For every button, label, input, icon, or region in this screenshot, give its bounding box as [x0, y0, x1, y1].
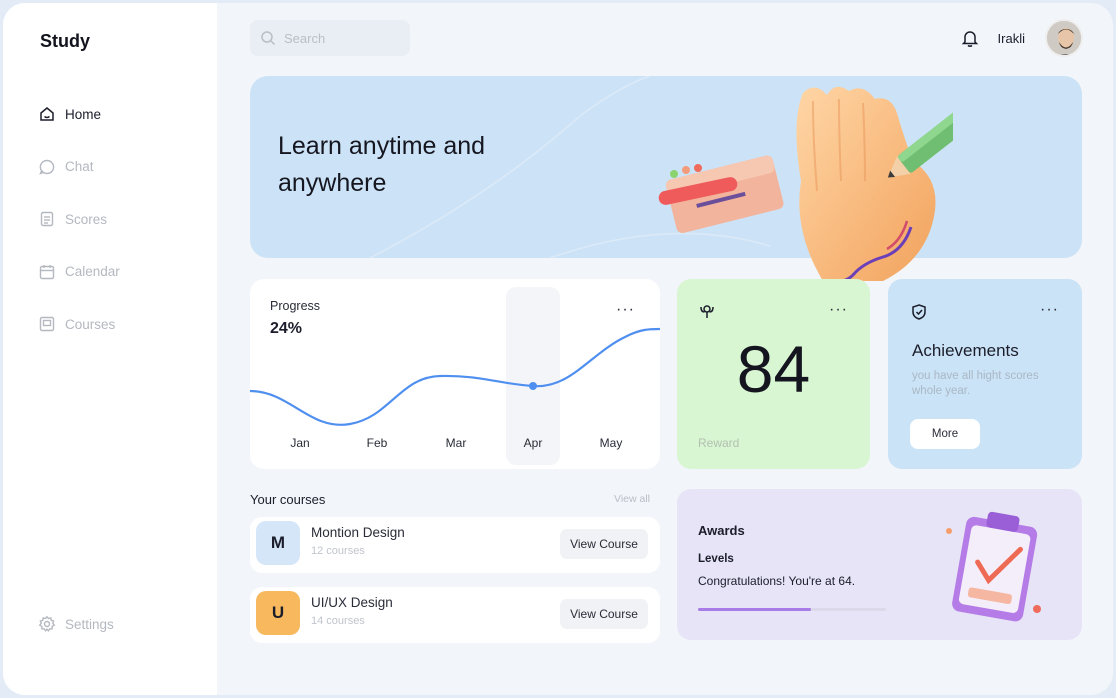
search-placeholder: Search — [284, 30, 326, 46]
progress-card: Progress 24% ··· Jan Feb Mar Apr May — [250, 279, 660, 469]
progress-label: Progress — [270, 299, 321, 313]
month-label-apr[interactable]: Apr — [513, 436, 553, 450]
achievements-description: you have all hight scores whole year. — [912, 370, 1039, 397]
user-area: Irakli — [960, 19, 1083, 57]
sidebar-nav: Home Chat Scores Calendar Courses — [38, 101, 120, 364]
more-button[interactable]: More — [910, 419, 980, 449]
sidebar: Study Home Chat Scores Calendar Courses … — [3, 3, 217, 695]
sidebar-item-label: Scores — [65, 211, 108, 227]
sidebar-item-label: Chat — [65, 159, 94, 174]
more-icon[interactable]: ··· — [1040, 302, 1059, 318]
hero-banner: Learn anytime and anywhere — [250, 76, 1082, 258]
shield-icon — [912, 304, 926, 320]
home-icon — [38, 105, 56, 123]
hand-pencil-illustration — [796, 86, 953, 284]
course-count: 12 courses — [311, 545, 365, 557]
sidebar-item-chat[interactable]: Chat — [38, 154, 120, 180]
course-name: Montion Design — [311, 525, 405, 540]
progress-point[interactable] — [529, 382, 537, 390]
levels-label: Levels — [698, 553, 734, 565]
month-label-may[interactable]: May — [591, 436, 631, 450]
progress-value: 24% — [270, 320, 303, 337]
clipboard-check-illustration — [946, 511, 1041, 622]
course-letter-icon: U — [256, 591, 300, 635]
scores-icon — [38, 210, 56, 228]
awards-card: Awards Levels Congratulations! You're at… — [677, 489, 1082, 640]
level-progress-fill — [698, 608, 811, 611]
gear-icon — [38, 615, 56, 633]
more-icon[interactable]: ··· — [616, 302, 635, 318]
avatar[interactable] — [1045, 19, 1083, 57]
app-window: Study Home Chat Scores Calendar Courses … — [3, 3, 1113, 695]
sidebar-item-label: Home — [65, 106, 102, 122]
sidebar-item-calendar[interactable]: Calendar — [38, 259, 120, 285]
sidebar-item-settings[interactable]: Settings — [38, 611, 114, 637]
sidebar-item-courses[interactable]: Courses — [38, 311, 120, 337]
course-count: 14 courses — [311, 615, 365, 627]
sidebar-item-home[interactable]: Home — [38, 101, 120, 127]
search-icon — [260, 30, 284, 46]
courses-icon — [38, 315, 56, 333]
reward-label: Reward — [698, 436, 740, 450]
more-icon[interactable]: ··· — [829, 302, 848, 318]
sidebar-item-label: Calendar — [65, 264, 120, 279]
trophy-icon — [700, 305, 714, 318]
username[interactable]: Irakli — [998, 31, 1025, 46]
courses-title: Your courses — [250, 492, 326, 507]
sidebar-item-scores[interactable]: Scores — [38, 206, 120, 232]
month-label-jan[interactable]: Jan — [280, 436, 320, 450]
search-input[interactable]: Search — [250, 20, 410, 56]
view-course-button[interactable]: View Course — [560, 529, 648, 559]
month-label-feb[interactable]: Feb — [357, 436, 397, 450]
month-label-mar[interactable]: Mar — [436, 436, 476, 450]
sidebar-item-label: Courses — [65, 316, 116, 332]
course-name: UI/UX Design — [311, 595, 393, 610]
course-row-motion-design[interactable]: M Montion Design 12 courses View Course — [250, 517, 660, 573]
chat-icon — [38, 158, 56, 176]
courses-header: Your courses View all — [250, 491, 650, 509]
awards-title: Awards — [698, 523, 745, 538]
achievements-title: Achievements — [912, 341, 1019, 360]
calendar-icon — [38, 263, 56, 281]
bell-icon[interactable] — [960, 28, 980, 48]
app-logo: Study — [40, 31, 91, 51]
settings-label: Settings — [65, 616, 114, 632]
reward-value: 84 — [736, 332, 811, 406]
reward-card: ··· 84 Reward — [677, 279, 870, 469]
view-course-button[interactable]: View Course — [560, 599, 648, 629]
course-row-uiux-design[interactable]: U UI/UX Design 14 courses View Course — [250, 587, 660, 643]
hero-title: Learn anytime and anywhere — [278, 132, 486, 197]
course-letter-icon: M — [256, 521, 300, 565]
awards-message: Congratulations! You're at 64. — [698, 574, 856, 588]
progress-line — [250, 327, 660, 426]
achievements-card: ··· Achievements you have all hight scor… — [888, 279, 1082, 469]
view-all-link[interactable]: View all — [614, 493, 650, 505]
level-progress-bar — [698, 608, 886, 611]
